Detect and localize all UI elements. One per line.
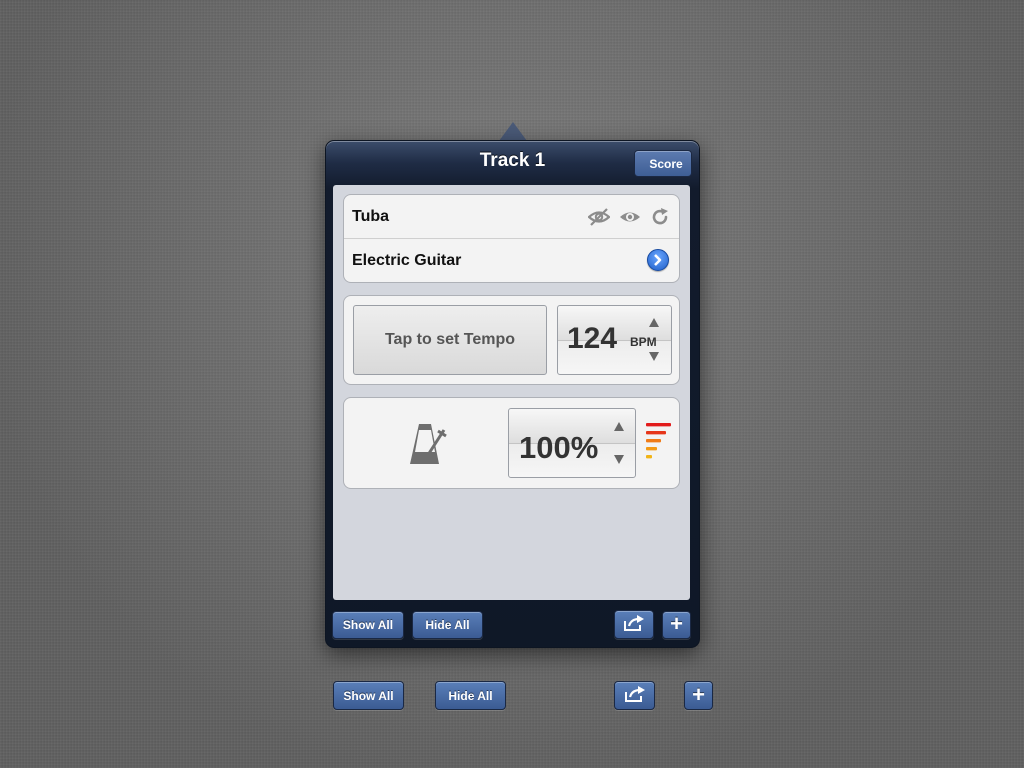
- volume-increment-arrow-icon[interactable]: [614, 422, 624, 431]
- share-icon: [623, 615, 645, 634]
- instrument-row-actions: [588, 195, 670, 238]
- eye-hidden-icon[interactable]: [588, 207, 610, 226]
- bpm-value: 124: [567, 322, 618, 355]
- instrument-row-electric-guitar[interactable]: Electric Guitar: [344, 239, 679, 282]
- instrument-group: Tuba Electric Guitar: [343, 194, 680, 283]
- track-popover: Track 1 Score Tuba Electric Guitar Tap t…: [325, 140, 700, 648]
- volume-stepper[interactable]: 100%: [508, 408, 636, 478]
- bpm-decrement-arrow-icon[interactable]: [649, 352, 659, 361]
- hide-all-button-secondary[interactable]: Hide All: [435, 681, 506, 710]
- tempo-group: Tap to set Tempo 124 BPM: [343, 295, 680, 385]
- metronome-group: 100%: [343, 397, 680, 489]
- tap-tempo-button[interactable]: Tap to set Tempo: [353, 305, 547, 375]
- add-button[interactable]: +: [662, 611, 691, 639]
- show-all-button-secondary[interactable]: Show All: [333, 681, 404, 710]
- share-icon: [624, 686, 646, 705]
- score-back-button[interactable]: Score: [634, 150, 692, 177]
- metronome-icon[interactable]: [406, 422, 448, 471]
- disclosure-arrow-icon[interactable]: [647, 249, 669, 271]
- plus-icon: +: [692, 681, 705, 707]
- volume-level-icon: [646, 423, 672, 470]
- eye-icon[interactable]: [619, 209, 641, 225]
- hide-all-button[interactable]: Hide All: [412, 611, 483, 639]
- bpm-stepper[interactable]: 124 BPM: [557, 305, 672, 375]
- bpm-increment-arrow-icon[interactable]: [649, 318, 659, 327]
- instrument-row-tuba[interactable]: Tuba: [344, 195, 679, 239]
- share-button-secondary[interactable]: [614, 681, 655, 710]
- volume-decrement-arrow-icon[interactable]: [614, 455, 624, 464]
- plus-icon: +: [670, 611, 683, 636]
- refresh-icon[interactable]: [650, 207, 670, 227]
- share-button[interactable]: [614, 610, 654, 639]
- show-all-button[interactable]: Show All: [332, 611, 404, 639]
- instrument-label: Tuba: [352, 207, 390, 225]
- popover-arrow: [499, 122, 527, 141]
- add-button-secondary[interactable]: +: [684, 681, 713, 710]
- instrument-label: Electric Guitar: [352, 251, 462, 269]
- popover-content: Tuba Electric Guitar Tap to set Tempo 12…: [333, 185, 690, 600]
- bpm-unit: BPM: [630, 335, 657, 349]
- volume-value: 100%: [519, 430, 599, 465]
